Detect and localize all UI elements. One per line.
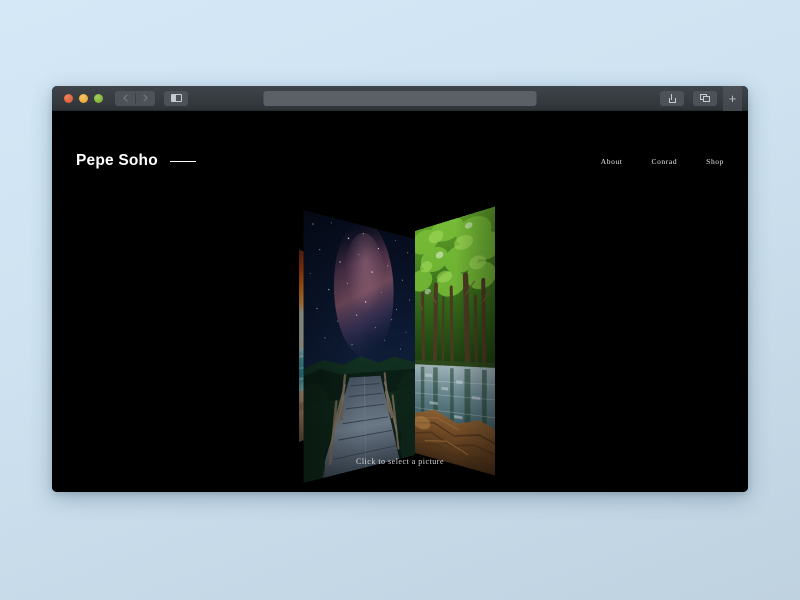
back-button[interactable] <box>115 94 135 102</box>
nav-divider <box>135 92 136 104</box>
nav-item-conrad[interactable]: Conrad <box>651 157 677 166</box>
browser-toolbar: + <box>52 86 748 111</box>
browser-window: + Pepe Soho About Conrad Shop Click to s… <box>52 86 748 492</box>
page-content: Pepe Soho About Conrad Shop Click to sel… <box>52 111 748 492</box>
maximize-window-button[interactable] <box>94 93 103 103</box>
gallery-fold <box>295 206 505 483</box>
milky-way-boardwalk-image <box>303 210 415 483</box>
window-controls <box>56 93 103 103</box>
address-input[interactable] <box>263 91 537 106</box>
minimize-window-button[interactable] <box>79 93 88 103</box>
new-tab-button[interactable]: + <box>723 86 742 111</box>
show-tabs-button[interactable] <box>693 90 717 106</box>
site-nav: About Conrad Shop <box>601 157 724 166</box>
brand-rule-icon <box>169 160 196 162</box>
forest-reflection-image <box>415 206 496 476</box>
sidebar-icon <box>170 94 182 102</box>
back-forward-group <box>115 90 155 106</box>
gallery-panel-milky-way-boardwalk[interactable] <box>303 210 415 483</box>
navigation-buttons <box>115 90 188 106</box>
share-icon <box>668 93 676 103</box>
site-header: Pepe Soho About Conrad Shop <box>52 149 748 173</box>
brand[interactable]: Pepe Soho <box>76 152 196 170</box>
nav-item-shop[interactable]: Shop <box>706 157 724 166</box>
gallery-panel-forest-reflection[interactable] <box>415 206 496 476</box>
toolbar-right-group: + <box>651 86 744 111</box>
sidebar-toggle-button[interactable] <box>164 90 188 106</box>
gallery-caption: Click to select a picture <box>355 457 445 466</box>
tabs-icon <box>700 93 710 103</box>
forward-button[interactable] <box>135 94 155 102</box>
gallery-stage <box>52 206 748 483</box>
nav-item-about[interactable]: About <box>601 157 623 166</box>
close-window-button[interactable] <box>64 93 73 103</box>
brand-name: Pepe Soho <box>76 152 158 169</box>
share-button[interactable] <box>660 90 684 106</box>
